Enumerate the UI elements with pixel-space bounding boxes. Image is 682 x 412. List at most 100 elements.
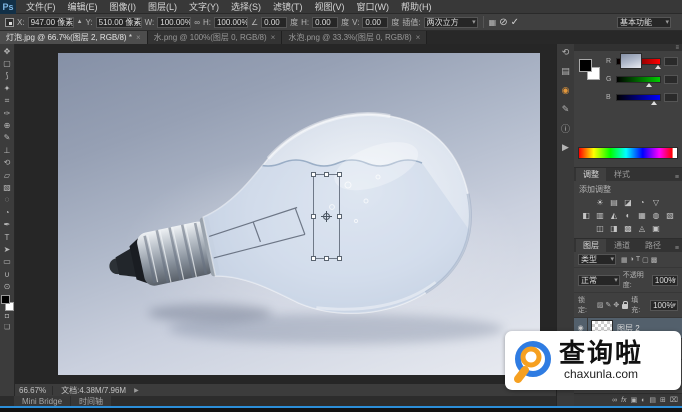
adjustment-icon[interactable]: ▣	[651, 223, 662, 234]
tool-blur[interactable]: ◌	[0, 194, 14, 206]
adjustment-icon[interactable]: ▦	[637, 210, 648, 221]
channel-slider[interactable]	[616, 94, 661, 101]
layer-filter-icon[interactable]: ▢	[642, 256, 649, 264]
channel-value-box[interactable]	[664, 57, 678, 66]
adjustment-icon[interactable]: ◐	[623, 210, 634, 221]
menu-item[interactable]: 选择(S)	[225, 0, 267, 13]
interpolation-select[interactable]: 两次立方	[424, 17, 478, 28]
commit-transform-icon[interactable]: ✓	[511, 17, 519, 28]
tool-eraser[interactable]: ▱	[0, 169, 14, 181]
bottom-panel-tab[interactable]: 时间轴	[71, 396, 111, 406]
transform-handle-bottom-right[interactable]	[337, 256, 342, 261]
transform-reference-point[interactable]	[323, 213, 330, 220]
properties-panel-icon[interactable]: ▤	[558, 65, 574, 78]
vskew-input[interactable]: 0.00	[362, 17, 388, 28]
channel-value-box[interactable]	[664, 93, 678, 102]
adjustment-icon[interactable]: ◔	[637, 197, 648, 208]
lock-all-icon[interactable]	[622, 304, 628, 309]
adjustment-icon[interactable]: ▥	[595, 210, 606, 221]
adjustment-icon[interactable]: ▽	[651, 197, 662, 208]
bottom-panel-tab[interactable]: Mini Bridge	[14, 396, 70, 406]
panel-menu-icon[interactable]: ≡	[675, 174, 682, 181]
reference-point-locator[interactable]	[5, 18, 14, 27]
canvas-area[interactable]	[15, 44, 556, 384]
lock-icon[interactable]: ▨	[597, 301, 604, 309]
free-transform-box[interactable]	[313, 174, 340, 259]
adjustment-icon[interactable]: ◬	[637, 223, 648, 234]
tool-eyedropper[interactable]: ✑	[0, 107, 14, 119]
fill-input[interactable]: 100%	[650, 300, 678, 311]
menu-item[interactable]: 文字(Y)	[183, 0, 225, 13]
adjustment-icon[interactable]: ◍	[651, 210, 662, 221]
tool-lasso[interactable]: ⟆	[0, 70, 14, 82]
tool-healing-brush[interactable]: ⊕	[0, 119, 14, 131]
tab-close-icon[interactable]: ×	[136, 33, 141, 42]
layers-panel-menu-icon[interactable]: ≡	[675, 245, 682, 252]
panel-color-swatches[interactable]	[579, 59, 603, 83]
transform-handle-bottom-left[interactable]	[311, 256, 316, 261]
adjustment-icon[interactable]: ◫	[595, 223, 606, 234]
tool-dodge[interactable]: ◔	[0, 206, 14, 218]
channel-slider-thumb[interactable]	[655, 65, 661, 69]
layer-filter-icon[interactable]: T	[636, 256, 640, 264]
menu-item[interactable]: 窗口(W)	[351, 0, 396, 13]
tab-close-icon[interactable]: ×	[271, 33, 276, 42]
width-input[interactable]: 100.00%	[157, 17, 191, 28]
tab-adjustments[interactable]: 调整	[576, 168, 606, 181]
adjustment-icon[interactable]: ◪	[623, 197, 634, 208]
transform-handle-top-right[interactable]	[337, 172, 342, 177]
delete-layer-icon[interactable]: ⌧	[670, 396, 678, 404]
tool-marquee[interactable]: ▢	[0, 57, 14, 69]
workspace-select[interactable]: 基本功能	[617, 17, 671, 28]
angle-input[interactable]: 0.00	[261, 17, 287, 28]
color-swatches[interactable]	[0, 295, 14, 311]
adjustment-icon[interactable]: ◭	[609, 210, 620, 221]
menu-item[interactable]: 图层(L)	[142, 0, 183, 13]
collapse-panels-button[interactable]: ≡	[574, 44, 682, 51]
link-layers-icon[interactable]: ∞	[612, 397, 617, 404]
document-tab[interactable]: 水.png @ 100%(图层 0, RGB/8) ×	[148, 31, 283, 44]
info-panel-icon[interactable]: ⓘ	[558, 122, 574, 135]
tab-close-icon[interactable]: ×	[416, 33, 421, 42]
document-tab[interactable]: 灯泡.jpg @ 66.7%(图层 2, RGB/8) * ×	[0, 31, 148, 44]
actions-panel-icon[interactable]: ▶	[558, 141, 574, 154]
transform-handle-middle-right[interactable]	[337, 214, 342, 219]
layer-thumbnail[interactable]	[620, 53, 642, 69]
height-input[interactable]: 100.00%	[214, 17, 248, 28]
menu-item[interactable]: 视图(V)	[309, 0, 351, 13]
layer-filter-icon[interactable]: ▩	[651, 256, 658, 264]
color-spectrum-bar[interactable]	[578, 147, 678, 159]
tool-hand[interactable]: ∪	[0, 268, 14, 280]
warp-mode-icon[interactable]: ▦	[489, 18, 497, 27]
tool-clone-stamp[interactable]: ⊥	[0, 144, 14, 156]
menu-item[interactable]: 文件(F)	[20, 0, 62, 13]
tool-pen[interactable]: ✒	[0, 218, 14, 230]
channel-slider-thumb[interactable]	[651, 101, 657, 105]
maintain-aspect-icon[interactable]: ∞	[194, 18, 200, 27]
transform-handle-bottom-middle[interactable]	[324, 256, 329, 261]
new-group-icon[interactable]: ▤	[649, 396, 656, 404]
tab-channels[interactable]: 通道	[607, 239, 637, 252]
status-arrow-icon[interactable]: ▶	[134, 387, 139, 394]
adjustment-icon[interactable]: ▩	[623, 223, 634, 234]
menu-item[interactable]: 编辑(E)	[62, 0, 104, 13]
panel-foreground-swatch[interactable]	[579, 59, 592, 72]
layer-filter-icon[interactable]: ▦	[621, 256, 628, 264]
tool-rectangle[interactable]: ▭	[0, 256, 14, 268]
history-panel-icon[interactable]: ⟲	[558, 46, 574, 59]
screen-mode-button[interactable]: ❏	[0, 322, 14, 333]
lock-icon[interactable]: ✥	[613, 301, 619, 309]
tool-history-brush[interactable]: ⟲	[0, 157, 14, 169]
tab-layers[interactable]: 图层	[576, 239, 606, 252]
brush-panel-icon[interactable]: ✎	[558, 103, 574, 116]
hskew-input[interactable]: 0.00	[312, 17, 338, 28]
document-image[interactable]	[58, 53, 540, 375]
layer-filter-icon[interactable]: ◑	[630, 256, 634, 264]
layer-style-icon[interactable]: fx	[621, 397, 626, 404]
adjustment-icon[interactable]: ◧	[581, 210, 592, 221]
menu-item[interactable]: 滤镜(T)	[267, 0, 309, 13]
y-input[interactable]: 510.00 像素	[96, 17, 142, 28]
tool-gradient[interactable]: ▧	[0, 181, 14, 193]
blend-mode-select[interactable]: 正常	[578, 275, 620, 286]
relative-position-icon[interactable]: ▲	[77, 19, 83, 25]
